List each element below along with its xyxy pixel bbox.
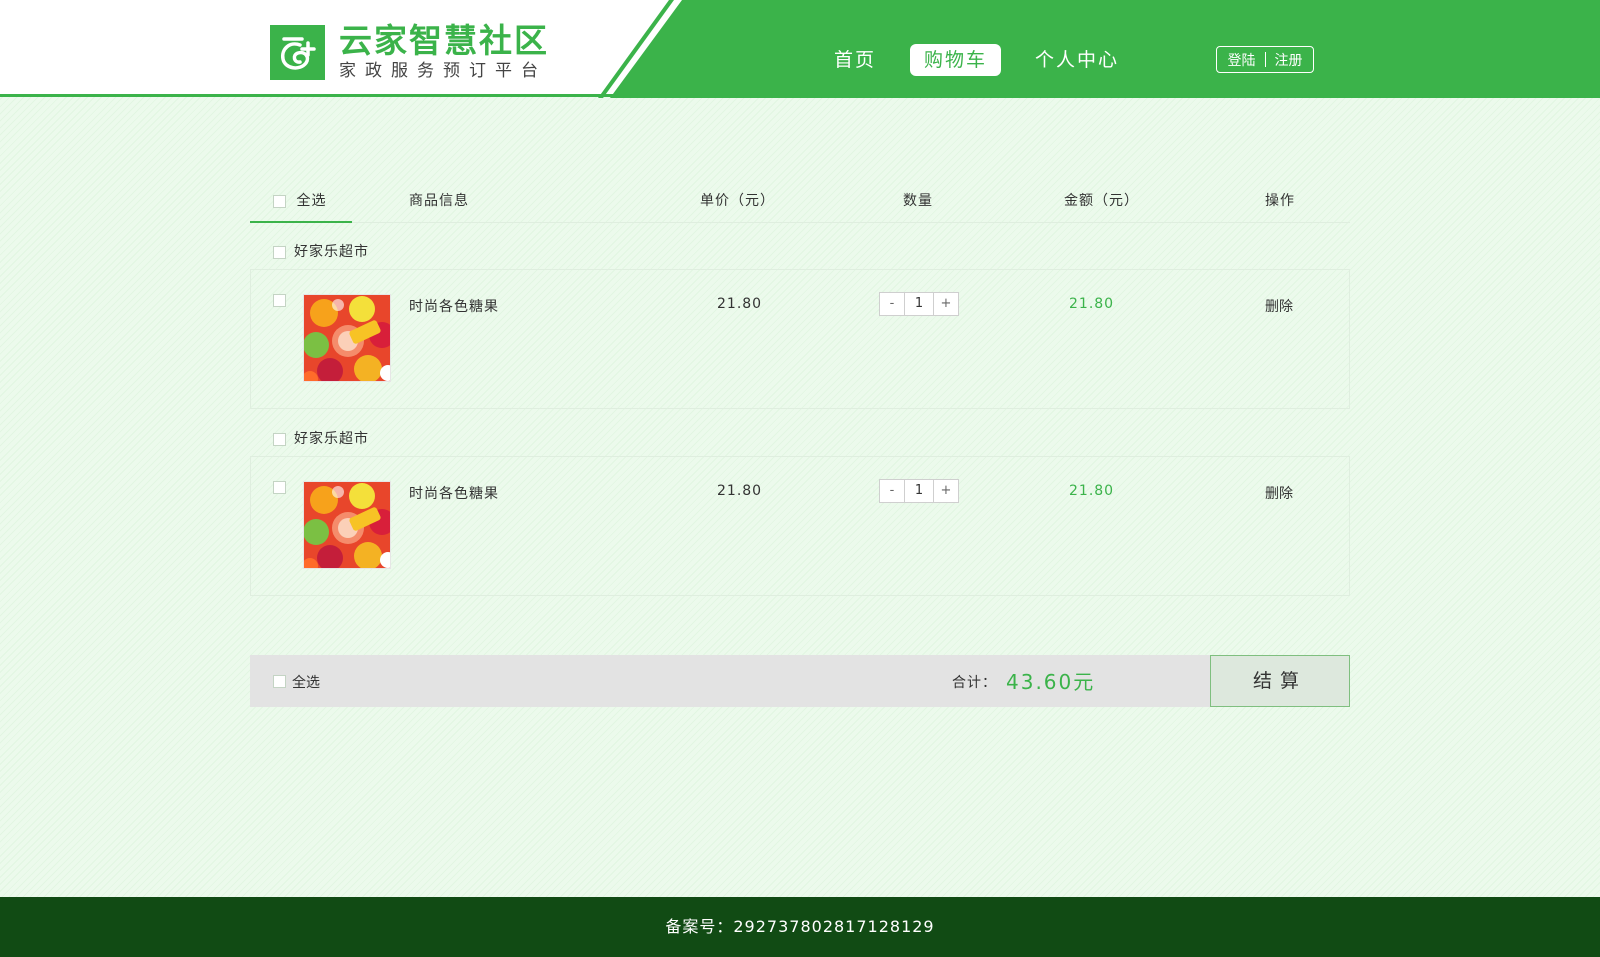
logo-subtitle: 家政服务预订平台 xyxy=(339,61,547,81)
item-name[interactable]: 时尚各色糖果 xyxy=(409,296,499,316)
cart-summary-bar: 全选 合计： 43.60元 结算 xyxy=(250,655,1350,707)
col-quantity: 数量 xyxy=(903,193,933,209)
shop-name: 好家乐超市 xyxy=(294,431,369,447)
header-select-all: 全选 xyxy=(273,190,326,210)
register-link[interactable]: 注册 xyxy=(1275,50,1303,70)
site-footer: 备案号：292737802817128129 xyxy=(0,897,1600,957)
shop-checkbox[interactable] xyxy=(273,245,286,259)
icp-record: 备案号：292737802817128129 xyxy=(665,917,935,936)
qty-minus-button[interactable]: - xyxy=(879,479,905,503)
main-nav: 首页 购物车 个人中心 xyxy=(820,44,1153,76)
nav-profile[interactable]: 个人中心 xyxy=(1021,44,1133,76)
shop-row: 好家乐超市 xyxy=(273,428,369,448)
candy-product-image[interactable] xyxy=(303,294,391,382)
select-all-checkbox-footer[interactable] xyxy=(273,675,286,688)
item-checkbox[interactable] xyxy=(273,481,286,494)
auth-divider xyxy=(1264,52,1266,67)
qty-minus-button[interactable]: - xyxy=(879,292,905,316)
candy-product-image[interactable] xyxy=(303,481,391,569)
auth-box: 登陆 注册 xyxy=(1216,46,1314,73)
col-amount: 金额（元） xyxy=(1064,193,1139,209)
nav-cart[interactable]: 购物车 xyxy=(910,44,1002,76)
cart-table-header: 全选 商品信息 单价（元） 数量 金额（元） 操作 xyxy=(250,176,1350,223)
delete-button[interactable]: 删除 xyxy=(1265,296,1293,316)
item-amount: 21.80 xyxy=(1069,296,1115,312)
shop-checkbox[interactable] xyxy=(273,432,286,446)
delete-button[interactable]: 删除 xyxy=(1265,483,1293,503)
login-link[interactable]: 登陆 xyxy=(1228,50,1256,70)
total-label: 合计： xyxy=(952,675,997,691)
item-checkbox[interactable] xyxy=(273,294,286,307)
nav-home[interactable]: 首页 xyxy=(820,44,890,76)
total-value: 43.60元 xyxy=(1006,670,1096,694)
qty-input[interactable]: 1 xyxy=(905,292,933,316)
cart-table: 全选 商品信息 单价（元） 数量 金额（元） 操作 好家乐超市 时尚各色糖果 2… xyxy=(250,176,1350,596)
shop-row: 好家乐超市 xyxy=(273,241,369,261)
item-amount: 21.80 xyxy=(1069,483,1115,499)
shop-name: 好家乐超市 xyxy=(294,244,369,260)
select-all-footer-label: 全选 xyxy=(292,675,320,691)
select-all-checkbox-header[interactable] xyxy=(273,194,286,208)
checkout-button[interactable]: 结算 xyxy=(1210,655,1350,707)
site-logo[interactable]: 云家智慧社区 家政服务预订平台 xyxy=(270,23,549,81)
qty-input[interactable]: 1 xyxy=(905,479,933,503)
item-unit-price: 21.80 xyxy=(717,483,763,499)
item-unit-price: 21.80 xyxy=(717,296,763,312)
col-unit-price: 单价（元） xyxy=(700,193,775,209)
col-product: 商品信息 xyxy=(409,193,469,209)
quantity-stepper: - 1 + xyxy=(879,479,959,503)
header-active-underline xyxy=(250,221,352,223)
item-name[interactable]: 时尚各色糖果 xyxy=(409,483,499,503)
cart-item: 时尚各色糖果 21.80 - 1 + 21.80 删除 xyxy=(250,456,1350,596)
col-action: 操作 xyxy=(1265,193,1295,209)
qty-plus-button[interactable]: + xyxy=(933,479,959,503)
site-header: 云家智慧社区 家政服务预订平台 首页 购物车 个人中心 登陆 注册 xyxy=(0,0,1600,98)
quantity-stepper: - 1 + xyxy=(879,292,959,316)
select-all-label: 全选 xyxy=(296,193,327,209)
logo-title: 云家智慧社区 xyxy=(339,21,549,60)
qty-plus-button[interactable]: + xyxy=(933,292,959,316)
header-underline xyxy=(0,94,620,97)
logo-mark-icon xyxy=(270,24,325,80)
cart-item: 时尚各色糖果 21.80 - 1 + 21.80 删除 xyxy=(250,269,1350,409)
